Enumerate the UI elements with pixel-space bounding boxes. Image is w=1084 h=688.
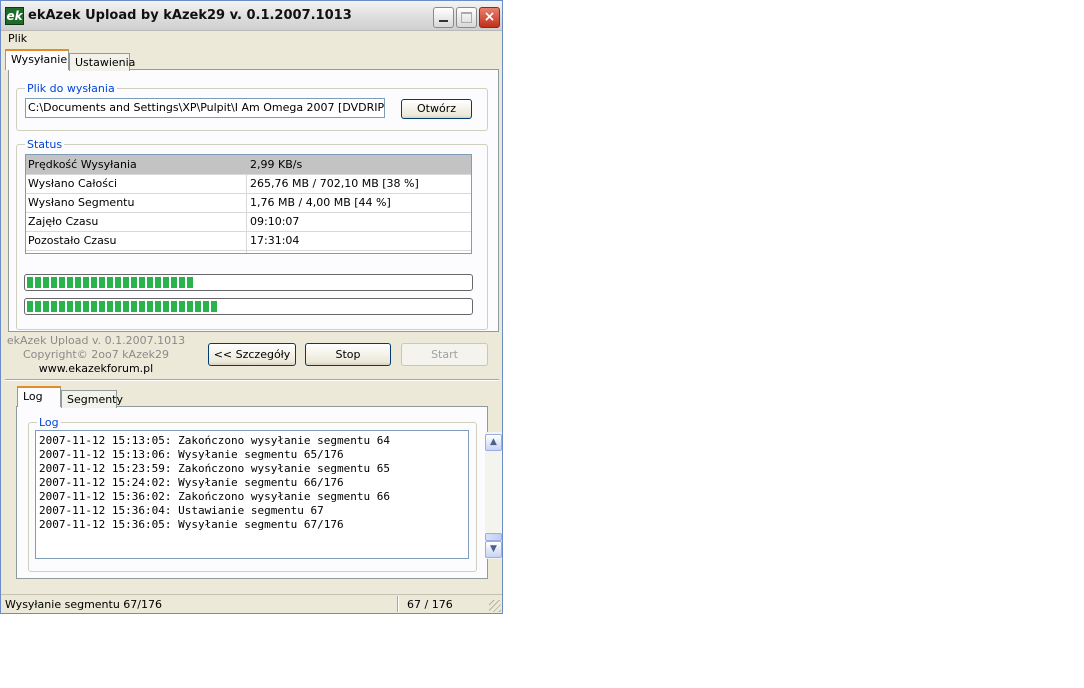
- copyright-text: Copyright© 2oo7 kAzek29: [22, 348, 169, 361]
- maximize-button[interactable]: [456, 7, 477, 28]
- scroll-thumb[interactable]: [485, 533, 502, 541]
- close-button[interactable]: ×: [479, 7, 500, 28]
- status-row-segment[interactable]: Wysłano Segmentu 1,76 MB / 4,00 MB [44 %…: [26, 193, 471, 213]
- resize-grip-icon[interactable]: [489, 600, 501, 612]
- maximize-icon: [461, 12, 472, 23]
- log-line: 2007-11-12 15:13:06: Wysyłanie segmentu …: [39, 448, 344, 461]
- app-logo-icon[interactable]: ek: [5, 7, 24, 25]
- status-label: Zajęło Czasu: [28, 215, 99, 228]
- log-line: 2007-11-12 15:24:02: Wysyłanie segmentu …: [39, 476, 344, 489]
- title-bar[interactable]: ek ekAzek Upload by kAzek29 v. 0.1.2007.…: [1, 1, 502, 31]
- close-icon: ×: [483, 9, 496, 25]
- status-bar: Wysyłanie segmentu 67/176 67 / 176: [1, 594, 502, 613]
- scroll-up-icon[interactable]: ▲: [485, 434, 502, 451]
- menu-bar: Plik: [1, 31, 502, 48]
- log-list[interactable]: 2007-11-12 15:13:05: Zakończono wysyłani…: [35, 430, 502, 559]
- status-row-remaining[interactable]: Pozostało Czasu 17:31:04: [26, 231, 471, 251]
- version-text: ekAzek Upload v. 0.1.2007.1013: [6, 334, 186, 347]
- status-label: Wysłano Segmentu: [28, 196, 135, 209]
- tab-ustawienia[interactable]: Ustawienia: [69, 53, 135, 71]
- details-button[interactable]: << Szczegóły: [208, 343, 296, 366]
- status-value: 17:31:04: [250, 234, 300, 247]
- status-value: 09:10:07: [250, 215, 300, 228]
- file-path-input[interactable]: C:\Documents and Settings\XP\Pulpit\I Am…: [25, 98, 385, 118]
- minimize-icon: [439, 20, 448, 22]
- open-button[interactable]: Otwórz: [401, 99, 472, 119]
- stop-button[interactable]: Stop: [305, 343, 391, 366]
- status-value: 2,99 KB/s: [250, 158, 303, 171]
- status-label: Prędkość Wysyłania: [28, 158, 137, 171]
- window-title: ekAzek Upload by kAzek29 v. 0.1.2007.101…: [28, 8, 352, 23]
- status-value: 265,76 MB / 702,10 MB [38 %]: [250, 177, 419, 190]
- status-row-total[interactable]: Wysłano Całości 265,76 MB / 702,10 MB [3…: [26, 174, 471, 194]
- log-line: 2007-11-12 15:23:59: Zakończono wysyłani…: [39, 462, 390, 475]
- app-window: ek ekAzek Upload by kAzek29 v. 0.1.2007.…: [0, 0, 503, 614]
- file-group-legend: Plik do wysłania: [25, 82, 117, 95]
- log-group-legend: Log: [37, 416, 61, 429]
- tab-segmenty[interactable]: Segmenty: [61, 390, 123, 408]
- section-divider: [5, 379, 499, 381]
- website-text: www.ekazekforum.pl: [38, 362, 154, 375]
- start-button: Start: [401, 343, 488, 366]
- status-row-elapsed[interactable]: Zajęło Czasu 09:10:07: [26, 212, 471, 232]
- log-line: 2007-11-12 15:36:04: Ustawianie segmentu…: [39, 504, 324, 517]
- segment-progress-bar: [24, 298, 473, 315]
- status-value: 1,76 MB / 4,00 MB [44 %]: [250, 196, 391, 209]
- status-bar-separator: [397, 596, 399, 612]
- status-row-speed[interactable]: Prędkość Wysyłania 2,99 KB/s: [26, 155, 471, 175]
- status-label: Pozostało Czasu: [28, 234, 117, 247]
- status-group-legend: Status: [25, 138, 65, 151]
- minimize-button[interactable]: [433, 7, 454, 28]
- menu-item-plik[interactable]: Plik: [8, 32, 27, 45]
- total-progress-fill: [27, 277, 193, 288]
- log-line: 2007-11-12 15:36:05: Wysyłanie segmentu …: [39, 518, 344, 531]
- status-bar-message: Wysyłanie segmentu 67/176: [5, 598, 163, 611]
- tab-log[interactable]: Log: [17, 386, 61, 407]
- log-line: 2007-11-12 15:13:05: Zakończono wysyłani…: [39, 434, 390, 447]
- scroll-down-icon[interactable]: ▼: [485, 541, 502, 558]
- segment-progress-fill: [27, 301, 217, 312]
- log-line: 2007-11-12 15:36:02: Zakończono wysyłani…: [39, 490, 390, 503]
- status-bar-segment-count: 67 / 176: [407, 598, 453, 611]
- total-progress-bar: [24, 274, 473, 291]
- tab-wysylanie[interactable]: Wysyłanie: [5, 49, 69, 70]
- log-scrollbar[interactable]: ▲ ▼: [485, 432, 502, 559]
- status-table: Prędkość Wysyłania 2,99 KB/s Wysłano Cał…: [25, 154, 472, 254]
- status-label: Wysłano Całości: [28, 177, 118, 190]
